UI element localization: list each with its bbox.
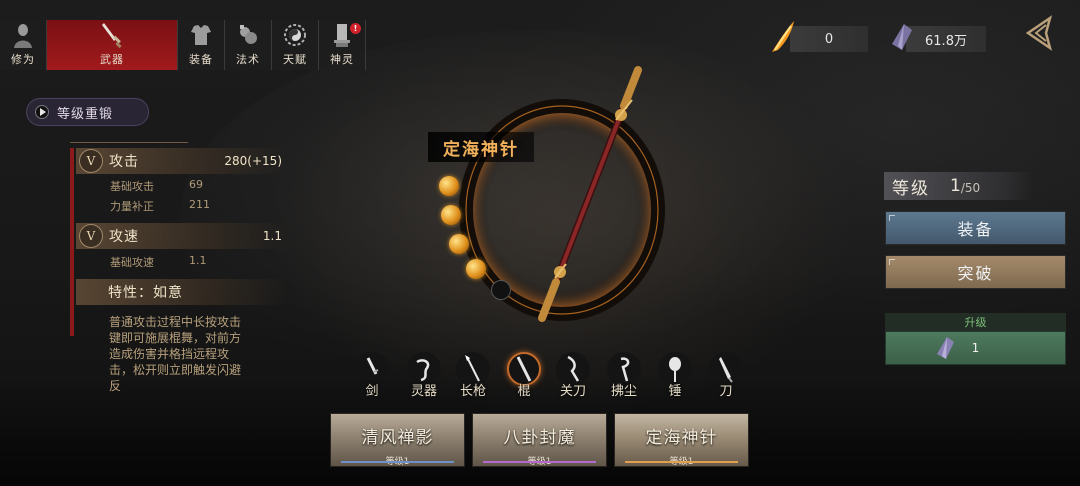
tab-label: 武器 — [100, 53, 124, 66]
skill-color-bar — [625, 461, 738, 463]
base-speed-stat: 基础攻速 1.1 — [110, 254, 207, 270]
weapon-type-label: 灵器 — [410, 384, 437, 399]
attack-speed-attribute-row[interactable]: V 攻速 1.1 — [76, 223, 288, 249]
tab-equipment[interactable]: 装备 — [178, 20, 225, 70]
tab-spells[interactable]: 法术 — [225, 20, 272, 70]
tab-label: 装备 — [189, 53, 213, 66]
crystal-icon — [937, 337, 954, 359]
weapon-type-label: 关刀 — [559, 384, 586, 399]
flame-currency-display: 0 — [790, 26, 868, 52]
enhance-orb-filled — [449, 234, 469, 254]
upgrade-cost: 1 — [971, 341, 980, 355]
trait-description: 普通攻击过程中长按攻击键即可施展棍舞，对前方造成伤害并格挡远程攻击，松开则立即触… — [109, 315, 242, 393]
enhance-orb-filled — [439, 176, 459, 196]
weapon-level-display: 等级 1 /50 — [884, 172, 1034, 200]
crystal-icon — [888, 22, 914, 56]
flame-feather-icon — [768, 18, 798, 60]
chevron-down-icon: V — [79, 224, 103, 248]
trait-name: 特性：如意 — [108, 285, 183, 301]
staff-weapon-image — [538, 66, 642, 322]
stat-value: 211 — [189, 198, 210, 211]
corner-decoration — [889, 215, 895, 221]
level-value: 1 — [950, 176, 961, 196]
reforge-label: 等级重锻 — [57, 106, 114, 122]
speed-name: 攻速 — [109, 229, 139, 245]
tab-label: 天赋 — [283, 53, 307, 66]
stat-label: 基础攻速 — [110, 256, 154, 269]
armor-icon — [188, 21, 214, 49]
breakthrough-label: 突破 — [957, 264, 994, 283]
level-label: 等级 — [892, 178, 930, 199]
attack-attribute-row[interactable]: V 攻击 280(+15) — [76, 148, 288, 174]
equip-label: 装备 — [957, 220, 994, 239]
weapon-type-label: 棍 — [517, 384, 531, 399]
upgrade-button[interactable]: 1 — [885, 331, 1066, 365]
weapon-name-plate: 定海神针 — [428, 132, 534, 162]
skill-card-bagua[interactable]: 八卦封魔 等级1 — [472, 413, 607, 467]
chevron-down-icon: V — [79, 149, 103, 173]
attack-name: 攻击 — [109, 154, 139, 170]
skill-card-dinghai[interactable]: 定海神针 等级1 — [614, 413, 749, 467]
skill-name: 八卦封魔 — [503, 428, 576, 448]
weapon-type-whisk[interactable]: 拂尘 — [604, 352, 644, 399]
speed-value: 1.1 — [262, 229, 282, 243]
weapon-type-label: 剑 — [365, 384, 379, 399]
weapon-type-guandao[interactable]: 关刀 — [553, 352, 593, 399]
weapon-name: 定海神针 — [443, 139, 519, 160]
taiji-icon — [282, 21, 308, 49]
tab-label: 修为 — [11, 53, 35, 66]
base-attack-stat: 基础攻击 69 — [110, 178, 203, 194]
enhance-orb-filled — [441, 205, 461, 225]
breakthrough-button[interactable]: 突破 — [885, 255, 1066, 289]
skill-color-bar — [341, 461, 454, 463]
level-reforge-button[interactable]: 等级重锻 — [26, 98, 149, 126]
gourd-icon — [235, 21, 261, 49]
tab-talent[interactable]: 天赋 — [272, 20, 319, 70]
skill-color-bar — [483, 461, 596, 463]
weapon-type-sword[interactable]: 剑 — [352, 352, 392, 399]
stat-label: 力量补正 — [110, 200, 154, 213]
skill-name: 定海神针 — [645, 428, 718, 448]
tab-cultivation[interactable]: 修为 — [0, 20, 47, 70]
sword-icon — [99, 21, 125, 49]
alert-badge: ! — [350, 23, 361, 34]
attribute-accent-bar — [70, 148, 74, 336]
level-max: /50 — [960, 181, 981, 195]
divider — [70, 142, 188, 143]
weapon-type-staff[interactable]: 棍 — [504, 352, 544, 399]
weapon-type-artifact[interactable]: 灵器 — [404, 352, 444, 399]
weapon-type-label: 刀 — [719, 384, 733, 399]
crystal-currency-display: 61.8万 — [906, 26, 986, 52]
figure-icon — [10, 21, 36, 49]
weapon-type-hammer[interactable]: 锤 — [655, 352, 695, 399]
weapon-type-blade[interactable]: 刀 — [706, 352, 746, 399]
upgrade-title: 升级 — [885, 313, 1066, 331]
play-icon — [35, 105, 49, 119]
tab-label: 法术 — [236, 53, 260, 66]
stat-value: 1.1 — [189, 254, 207, 267]
flame-currency-value: 0 — [824, 31, 834, 47]
enhance-orb-filled — [466, 259, 486, 279]
tab-label: 神灵 — [330, 53, 354, 66]
top-tab-bar: 修为 武器 装备 法术 天赋 ! 神灵 — [0, 20, 366, 70]
attack-value: 280(+15) — [224, 154, 282, 168]
tab-weapon[interactable]: 武器 — [47, 20, 178, 70]
skill-name: 清风禅影 — [361, 428, 434, 448]
crystal-currency-value: 61.8万 — [925, 33, 967, 49]
weapon-type-label: 锤 — [668, 384, 682, 399]
stat-label: 基础攻击 — [110, 180, 154, 193]
enhance-orb-empty — [491, 280, 511, 300]
skill-card-qingfeng[interactable]: 清风禅影 等级1 — [330, 413, 465, 467]
back-button[interactable] — [1020, 14, 1062, 52]
weapon-type-label: 拂尘 — [610, 384, 637, 399]
equip-button[interactable]: 装备 — [885, 211, 1066, 245]
weapon-type-label: 长枪 — [459, 384, 486, 399]
trait-row: 特性：如意 — [76, 279, 288, 305]
stat-value: 69 — [189, 178, 203, 191]
weapon-type-spear[interactable]: 长枪 — [453, 352, 493, 399]
corner-decoration — [889, 259, 895, 265]
strength-bonus-stat: 力量补正 211 — [110, 198, 210, 214]
tab-deity[interactable]: ! 神灵 — [319, 20, 366, 70]
